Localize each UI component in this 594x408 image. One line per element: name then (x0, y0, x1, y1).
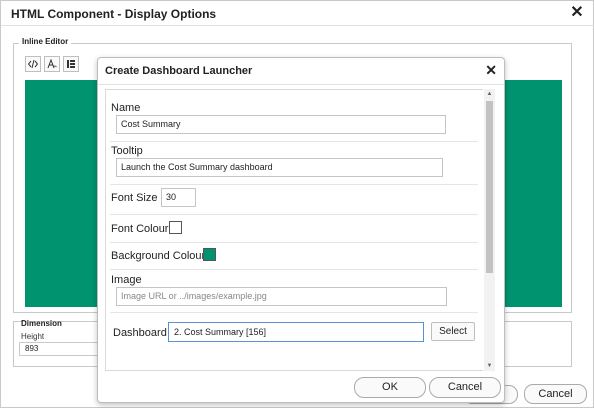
source-code-icon[interactable] (25, 56, 41, 72)
name-input[interactable]: Cost Summary (116, 115, 446, 134)
height-label: Height (21, 332, 45, 341)
dashboard-label: Dashboard (113, 327, 167, 339)
font-colour-label: Font Colour (111, 223, 169, 235)
image-url-input[interactable]: Image URL or ../images/example.jpg (116, 287, 447, 306)
close-icon[interactable]: ✕ (485, 62, 497, 79)
name-label: Name (111, 102, 141, 114)
divider (110, 312, 478, 313)
dimension-legend: Dimension (21, 319, 62, 328)
title-divider (1, 25, 594, 26)
divider (110, 141, 478, 142)
divider (110, 242, 478, 243)
scroll-up-icon[interactable]: ▲ (484, 89, 495, 99)
block-format-icon[interactable] (63, 56, 79, 72)
image-label: Image (111, 274, 142, 286)
editor-toolbar (25, 56, 79, 74)
create-dashboard-launcher-modal: Create Dashboard Launcher ✕ Name Cost Su… (97, 57, 505, 403)
cancel-button[interactable]: Cancel (429, 377, 501, 398)
modal-title: Create Dashboard Launcher (105, 65, 253, 77)
modal-form: Name Cost Summary Tooltip Launch the Cos… (105, 89, 483, 371)
close-icon[interactable]: ✕ (567, 3, 587, 23)
inline-editor-legend: Inline Editor (19, 37, 72, 46)
select-dashboard-button[interactable]: Select (431, 322, 475, 341)
background-colour-swatch[interactable] (203, 248, 216, 261)
font-size-label: Font Size (111, 192, 158, 204)
font-style-icon[interactable] (44, 56, 60, 72)
cancel-button[interactable]: Cancel (524, 384, 587, 404)
divider (110, 184, 478, 185)
divider (110, 214, 478, 215)
height-input[interactable]: 893 (19, 342, 99, 356)
modal-scrollbar[interactable]: ▲ ▼ (484, 89, 495, 371)
scrollbar-thumb[interactable] (486, 101, 493, 273)
dashboard-input[interactable]: 2. Cost Summary [156] (168, 322, 424, 342)
divider (110, 269, 478, 270)
modal-title-divider (98, 84, 504, 85)
font-size-input[interactable]: 30 (161, 188, 196, 207)
dialog-title: HTML Component - Display Options (11, 7, 217, 21)
scroll-down-icon[interactable]: ▼ (484, 361, 495, 371)
tooltip-label: Tooltip (111, 145, 143, 157)
tooltip-input[interactable]: Launch the Cost Summary dashboard (116, 158, 443, 177)
font-colour-swatch[interactable] (169, 221, 182, 234)
ok-button[interactable]: OK (354, 377, 426, 398)
background-colour-label: Background Colour (111, 250, 206, 262)
